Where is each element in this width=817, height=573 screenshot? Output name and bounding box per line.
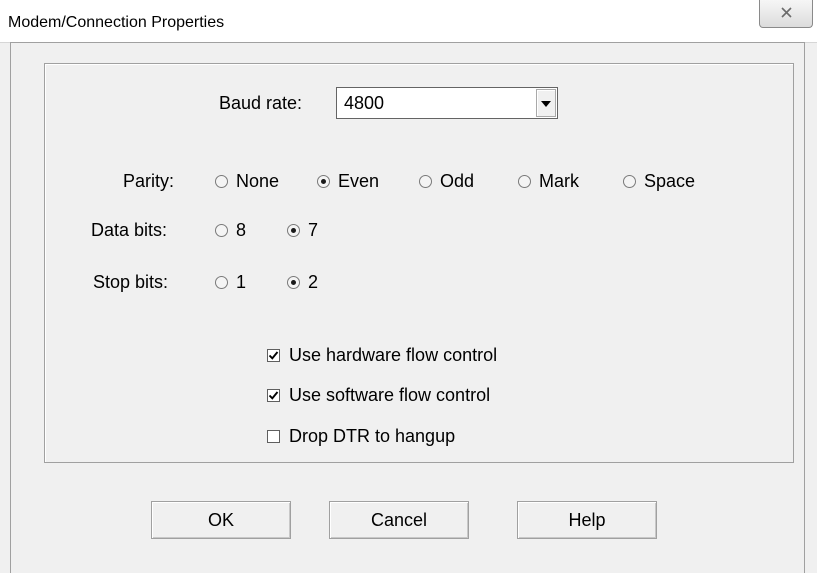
checkbox-label: Use hardware flow control (289, 345, 498, 365)
close-icon (780, 4, 792, 19)
parity-option-label: Even (338, 171, 380, 191)
radio-data-bits-7 (287, 224, 300, 237)
stop-bits-label: Stop bits: (93, 272, 169, 292)
parity-option-odd[interactable]: Odd (419, 171, 474, 192)
window-title: Modem/Connection Properties (8, 14, 225, 31)
data-bits-option-label: 8 (236, 220, 247, 240)
help-button[interactable]: Help (517, 501, 657, 539)
checkbox-software (267, 389, 280, 402)
software-flow-control-checkbox[interactable]: Use software flow control (267, 385, 490, 406)
close-button[interactable] (759, 0, 813, 28)
hardware-flow-control-checkbox[interactable]: Use hardware flow control (267, 345, 497, 366)
parity-label: Parity: (123, 171, 175, 191)
data-bits-option-8[interactable]: 8 (215, 220, 246, 241)
parity-option-label: Odd (440, 171, 475, 191)
baud-rate-dropdown-button[interactable] (536, 89, 556, 117)
stop-bits-option-label: 1 (236, 272, 247, 292)
baud-rate-value: 4800 (344, 93, 385, 113)
radio-odd (419, 175, 432, 188)
data-bits-option-7[interactable]: 7 (287, 220, 318, 241)
parity-option-even[interactable]: Even (317, 171, 379, 192)
parity-option-none[interactable]: None (215, 171, 279, 192)
radio-mark (518, 175, 531, 188)
parity-option-label: None (236, 171, 280, 191)
dialog-client-area: Baud rate: 4800 Parity: None Even Odd Ma… (10, 42, 805, 573)
cancel-button[interactable]: Cancel (329, 501, 469, 539)
parity-option-mark[interactable]: Mark (518, 171, 579, 192)
radio-stop-bits-2 (287, 276, 300, 289)
checkbox-hardware (267, 349, 280, 362)
drop-dtr-checkbox[interactable]: Drop DTR to hangup (267, 426, 455, 447)
parity-option-space[interactable]: Space (623, 171, 695, 192)
radio-none (215, 175, 228, 188)
stop-bits-option-label: 2 (308, 272, 319, 292)
checkbox-drop-dtr (267, 430, 280, 443)
parity-option-label: Mark (539, 171, 579, 191)
checkbox-label: Use software flow control (289, 385, 491, 405)
data-bits-option-label: 7 (308, 220, 319, 240)
data-bits-label: Data bits: (91, 220, 168, 240)
checkbox-label: Drop DTR to hangup (289, 426, 456, 446)
radio-space (623, 175, 636, 188)
baud-rate-label: Baud rate: (219, 93, 303, 113)
radio-even (317, 175, 330, 188)
title-bar: Modem/Connection Properties (0, 0, 817, 43)
stop-bits-option-1[interactable]: 1 (215, 272, 246, 293)
radio-data-bits-8 (215, 224, 228, 237)
ok-button[interactable]: OK (151, 501, 291, 539)
baud-rate-select[interactable]: 4800 (336, 87, 558, 119)
parity-option-label: Space (644, 171, 696, 191)
stop-bits-option-2[interactable]: 2 (287, 272, 318, 293)
radio-stop-bits-1 (215, 276, 228, 289)
